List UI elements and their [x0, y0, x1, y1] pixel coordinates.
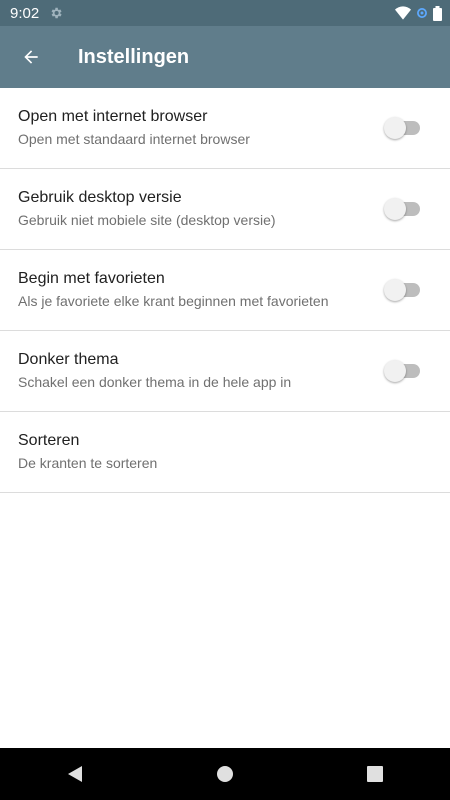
settings-list: Open met internet browser Open met stand…	[0, 88, 450, 493]
toggle-desktop-version[interactable]	[384, 197, 420, 221]
toggle-open-browser[interactable]	[384, 116, 420, 140]
setting-subtitle: De kranten te sorteren	[18, 455, 158, 471]
setting-subtitle: Gebruik niet mobiele site (desktop versi…	[18, 212, 276, 228]
toggle-start-favorites[interactable]	[384, 278, 420, 302]
setting-title: Gebruik desktop versie	[18, 189, 182, 206]
setting-open-browser[interactable]: Open met internet browser Open met stand…	[0, 88, 450, 169]
setting-desktop-version[interactable]: Gebruik desktop versie Gebruik niet mobi…	[0, 169, 450, 250]
back-triangle-icon	[68, 766, 82, 782]
wifi-icon	[395, 6, 411, 20]
setting-sort[interactable]: Sorteren De kranten te sorteren	[0, 412, 450, 493]
status-time: 9:02	[10, 4, 40, 22]
sync-icon	[417, 8, 427, 18]
page-title: Instellingen	[78, 45, 190, 68]
toggle-dark-theme[interactable]	[384, 359, 420, 383]
toggle-thumb	[384, 117, 406, 139]
battery-icon	[433, 5, 442, 21]
home-circle-icon	[217, 766, 233, 782]
nav-home-button[interactable]	[205, 754, 245, 794]
toggle-thumb	[384, 198, 406, 220]
arrow-left-icon	[24, 50, 38, 64]
status-bar: 9:02	[0, 0, 450, 26]
nav-recents-button[interactable]	[355, 754, 395, 794]
setting-title: Begin met favorieten	[18, 270, 165, 287]
nav-back-button[interactable]	[55, 754, 95, 794]
setting-dark-theme[interactable]: Donker thema Schakel een donker thema in…	[0, 331, 450, 412]
setting-start-favorites[interactable]: Begin met favorieten Als je favoriete el…	[0, 250, 450, 331]
settings-icon	[51, 7, 62, 19]
recents-square-icon	[367, 766, 383, 782]
system-nav-bar	[0, 748, 450, 800]
setting-subtitle: Open met standaard internet browser	[18, 131, 250, 147]
setting-subtitle: Als je favoriete elke krant beginnen met…	[18, 293, 329, 309]
setting-title: Open met internet browser	[18, 108, 208, 125]
back-button[interactable]	[0, 26, 62, 88]
toggle-thumb	[384, 360, 406, 382]
setting-title: Donker thema	[18, 351, 119, 368]
toggle-thumb	[384, 279, 406, 301]
setting-subtitle: Schakel een donker thema in de hele app …	[18, 374, 292, 390]
app-bar: Instellingen	[0, 26, 450, 88]
setting-title: Sorteren	[18, 432, 80, 449]
